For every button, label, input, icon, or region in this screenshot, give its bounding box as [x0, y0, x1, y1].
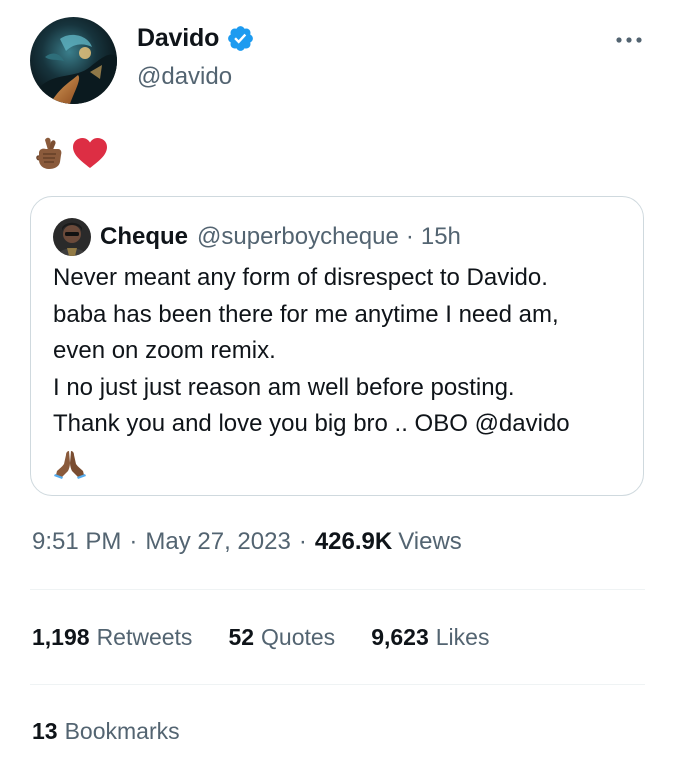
views-label[interactable]: Views: [398, 528, 462, 556]
verified-badge-icon[interactable]: [226, 24, 255, 53]
retweets-label: Retweets: [96, 624, 193, 650]
bookmarks-count: 13: [32, 718, 58, 744]
tweet-detail: Davido @davido Cheque @superboycheque · …: [0, 0, 675, 765]
quoted-author-avatar[interactable]: [53, 218, 91, 256]
quoted-avatar-image: [53, 218, 91, 256]
quotes-link[interactable]: 52 Quotes: [228, 624, 335, 651]
more-dots-icon: [616, 37, 642, 43]
tweet-meta: 9:51 PM · May 27, 2023 · 426.9K Views: [32, 528, 462, 556]
quoted-tweet-card[interactable]: Cheque @superboycheque · 15h Never meant…: [30, 196, 644, 496]
quoted-author-handle[interactable]: @superboycheque: [197, 223, 399, 251]
avatar-image: [30, 17, 117, 104]
quotes-label: Quotes: [261, 624, 336, 650]
bookmarks-link[interactable]: 13 Bookmarks: [32, 718, 180, 745]
quoted-author-name[interactable]: Cheque: [100, 223, 188, 251]
retweets-link[interactable]: 1,198 Retweets: [32, 624, 192, 651]
author-handle[interactable]: @davido: [137, 63, 232, 91]
folded-hands-emoji: [54, 449, 86, 484]
author-display-name[interactable]: Davido: [137, 24, 219, 53]
engagement-stats: 1,198 Retweets 52 Quotes 9,623 Likes: [32, 624, 525, 651]
divider: [30, 684, 645, 685]
views-count[interactable]: 426.9K: [315, 528, 392, 556]
author-name-row[interactable]: Davido: [137, 24, 255, 53]
tweet-time[interactable]: 9:51 PM: [32, 528, 121, 556]
author-avatar[interactable]: [30, 17, 117, 104]
quotes-count: 52: [228, 624, 255, 650]
separator-dot: ·: [298, 528, 307, 555]
quoted-text-line: Never meant any form of disrespect to Da…: [53, 264, 548, 291]
likes-label: Likes: [435, 624, 490, 650]
quoted-text-line: I no just just reason am well before pos…: [53, 373, 515, 401]
quoted-text-line: baba has been there for me anytime I nee…: [53, 300, 559, 328]
quoted-text-line: even on zoom remix.: [53, 337, 276, 364]
red-heart-emoji: [73, 138, 107, 168]
tweet-date[interactable]: May 27, 2023: [145, 528, 290, 556]
quoted-tweet-header: Cheque @superboycheque · 15h: [53, 218, 461, 256]
bookmarks-label: Bookmarks: [64, 718, 180, 744]
likes-count: 9,623: [371, 624, 429, 650]
likes-link[interactable]: 9,623 Likes: [371, 624, 489, 651]
crossed-fingers-emoji: [36, 137, 62, 169]
separator-dot: ·: [405, 223, 414, 250]
quoted-text-line: Thank you and love you big bro .. OBO @d…: [53, 410, 570, 437]
more-options-button[interactable]: [612, 27, 646, 53]
separator-dot: ·: [129, 528, 138, 555]
quoted-tweet-time[interactable]: 15h: [421, 223, 461, 251]
retweets-count: 1,198: [32, 624, 90, 650]
tweet-text: [34, 136, 108, 170]
quoted-tweet-text: Never meant any form of disrespect to Da…: [53, 260, 570, 443]
divider: [30, 589, 645, 590]
